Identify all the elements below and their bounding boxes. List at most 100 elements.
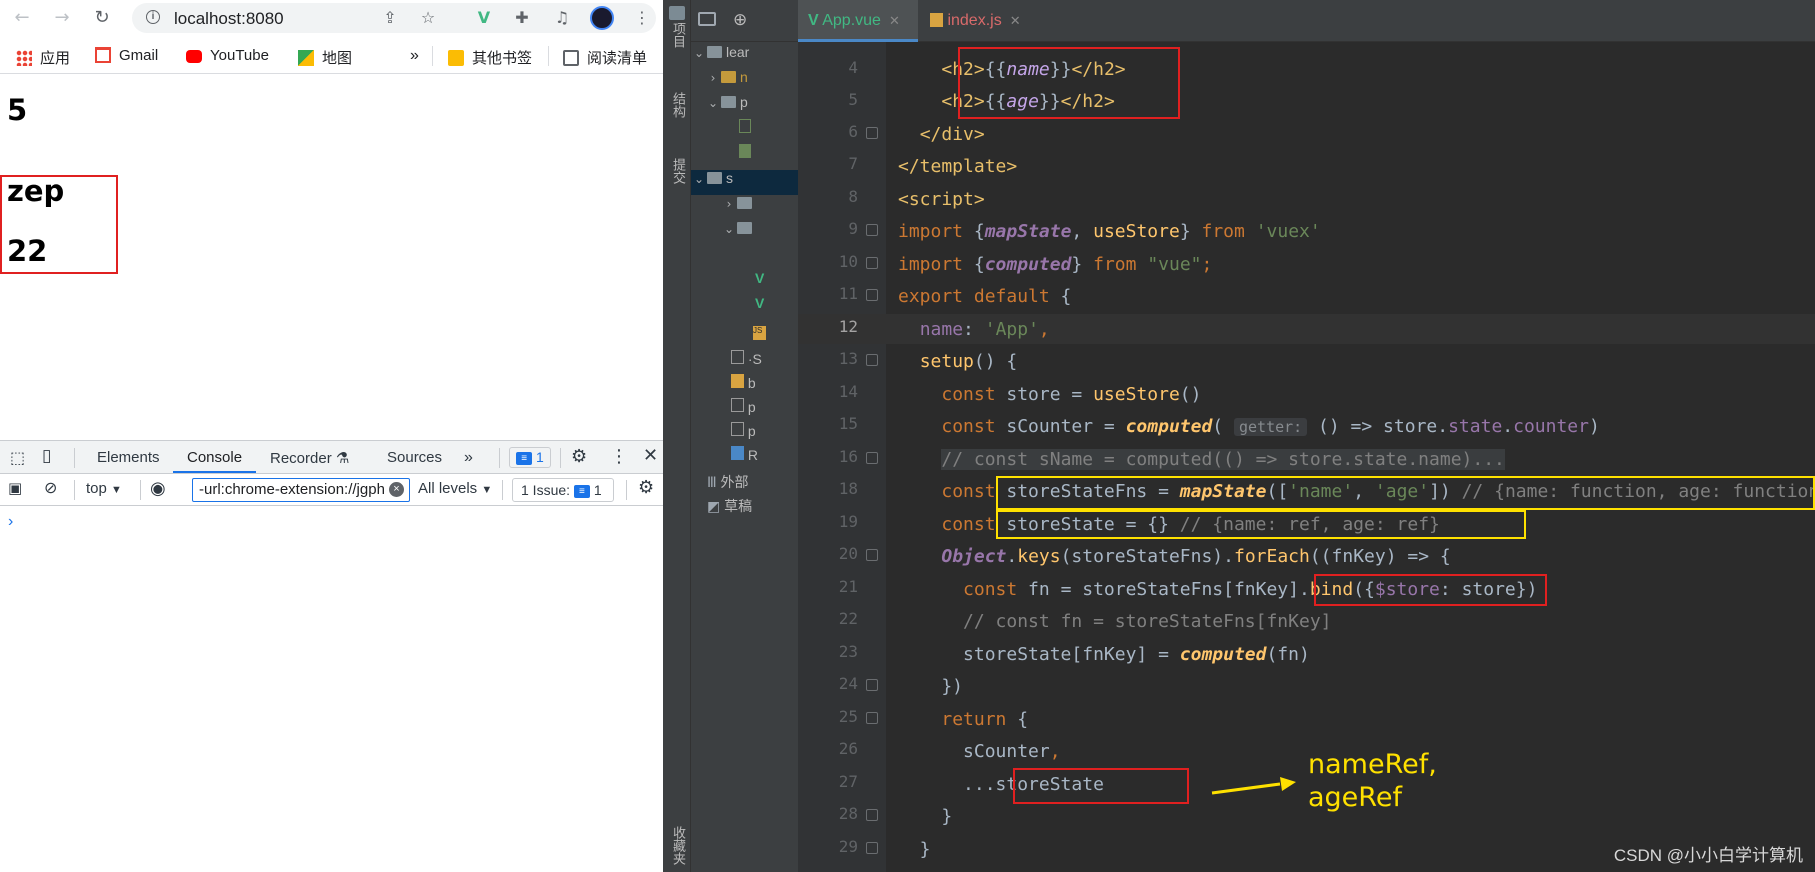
locate-icon[interactable]: ⊕ xyxy=(733,10,747,30)
fold-start-icon[interactable] xyxy=(866,224,878,236)
fold-start-icon[interactable] xyxy=(866,257,878,269)
tree-item[interactable]: ⌄ p xyxy=(691,94,798,119)
browser-toolbar: ← → ↻ i localhost:8080 ⇪ ☆ V ✚ ♫ ⋮ xyxy=(0,0,663,36)
fold-start-icon[interactable] xyxy=(866,354,878,366)
tab-index-js[interactable]: index.js ✕ xyxy=(920,0,1038,42)
tool-favorites[interactable]: 收藏夹 xyxy=(669,826,688,865)
kebab-menu-icon[interactable]: ⋮ xyxy=(610,446,628,467)
fold-end-icon[interactable] xyxy=(866,809,878,821)
tab-app-vue[interactable]: V App.vue ✕ xyxy=(798,0,918,42)
code-line[interactable]: return { xyxy=(898,705,1815,735)
bookmark-youtube[interactable]: YouTube xyxy=(186,47,269,64)
reload-icon[interactable]: ↻ xyxy=(90,6,114,30)
bookmark-maps[interactable]: 地图 xyxy=(298,47,352,68)
clear-filter-icon[interactable]: × xyxy=(389,482,404,497)
view-icon[interactable] xyxy=(698,12,716,26)
code-line[interactable]: Object.keys(storeStateFns).forEach((fnKe… xyxy=(898,542,1815,572)
vue-file-icon[interactable]: V xyxy=(691,270,798,295)
tool-commit[interactable]: 提交 xyxy=(669,158,688,184)
tree-item-selected[interactable]: ⌄ s xyxy=(691,170,798,195)
menu-kebab-icon[interactable]: ⋮ xyxy=(632,8,652,28)
clear-console-icon[interactable]: ⊘ xyxy=(44,478,57,498)
tool-project[interactable]: 项目 xyxy=(669,22,688,48)
code-line[interactable]: storeState[fnKey] = computed(fn) xyxy=(898,640,1815,670)
line-number: 7 xyxy=(848,154,858,173)
media-icon[interactable]: ♫ xyxy=(552,8,572,28)
close-tab-icon[interactable]: ✕ xyxy=(889,14,900,29)
extensions-icon[interactable]: ✚ xyxy=(512,8,532,28)
tree-item-external[interactable]: Ⅲ 外部 xyxy=(691,472,798,497)
code-line[interactable]: setup() { xyxy=(898,347,1815,377)
console-filter-input[interactable]: -url:chrome-extension://jgph xyxy=(192,478,410,502)
bookmark-apps[interactable]: 应用 xyxy=(16,47,70,68)
fold-start-icon[interactable] xyxy=(866,289,878,301)
issues-button[interactable]: 1 Issue: ≡ 1 xyxy=(512,478,614,502)
code-line[interactable]: import {computed} from "vue"; xyxy=(898,250,1815,280)
bookmark-star-icon[interactable]: ☆ xyxy=(418,8,438,28)
tree-item[interactable] xyxy=(691,144,798,169)
code-line[interactable]: const store = useStore() xyxy=(898,380,1815,410)
code-line[interactable]: }) xyxy=(898,672,1815,702)
fold-expand-icon[interactable] xyxy=(866,452,878,464)
code-line[interactable]: <script> xyxy=(898,185,1815,215)
tab-recorder[interactable]: Recorder ⚗ xyxy=(270,449,349,467)
bookmarks-overflow[interactable]: » xyxy=(410,47,419,65)
tree-item[interactable]: › n xyxy=(691,69,798,94)
code-line[interactable]: </div> xyxy=(898,120,1815,150)
fold-end-icon[interactable] xyxy=(866,127,878,139)
code-line-folded[interactable]: // const sName = computed(() => store.st… xyxy=(898,445,1815,475)
tool-structure[interactable]: 结构 xyxy=(669,92,688,118)
tree-item[interactable]: b xyxy=(691,374,798,399)
eye-icon[interactable]: ◉ xyxy=(150,478,166,499)
tree-item[interactable]: p xyxy=(691,422,798,447)
bookmark-reading-list[interactable]: 阅读清单 xyxy=(563,47,647,68)
tree-item[interactable]: ·S xyxy=(691,350,798,375)
code-line[interactable]: // const fn = storeStateFns[fnKey] xyxy=(898,607,1815,637)
tree-item[interactable]: p xyxy=(691,398,798,423)
fold-start-icon[interactable] xyxy=(866,549,878,561)
divider xyxy=(548,46,549,66)
inspect-icon[interactable]: ⬚ xyxy=(10,448,25,468)
tree-item[interactable]: ⌄ xyxy=(691,220,798,245)
code-line[interactable]: </template> xyxy=(898,152,1815,182)
tree-item-scratch[interactable]: ◩ 草稿 xyxy=(691,496,798,521)
tree-item[interactable]: › xyxy=(691,195,798,220)
tree-item[interactable]: JS xyxy=(691,320,798,345)
context-selector[interactable]: top ▼ xyxy=(86,480,122,497)
info-icon[interactable]: i xyxy=(146,10,160,24)
issues-counter[interactable]: ≡ 1 xyxy=(509,447,551,468)
device-toggle-icon[interactable]: ▯ xyxy=(42,446,51,466)
more-tabs-icon[interactable]: » xyxy=(464,449,473,467)
vue-devtools-icon[interactable]: V xyxy=(474,8,494,28)
tree-item[interactable] xyxy=(691,119,798,144)
close-tab-icon[interactable]: ✕ xyxy=(1010,14,1021,29)
code-line[interactable]: import {mapState, useStore} from 'vuex' xyxy=(898,217,1815,247)
code-line[interactable]: const sCounter = computed( getter: () =>… xyxy=(898,412,1815,442)
tree-item-root[interactable]: ⌄ lear xyxy=(691,44,798,69)
bookmark-other[interactable]: 其他书签 xyxy=(448,47,532,68)
tree-item[interactable]: R xyxy=(691,446,798,471)
fold-start-icon[interactable] xyxy=(866,712,878,724)
console-settings-icon[interactable]: ⚙ xyxy=(638,477,654,498)
forward-arrow-icon[interactable]: → xyxy=(50,6,74,30)
console-prompt[interactable]: › xyxy=(8,513,13,531)
line-number: 6 xyxy=(848,122,858,141)
bookmark-gmail[interactable]: Gmail xyxy=(95,47,158,64)
share-icon[interactable]: ⇪ xyxy=(380,8,400,28)
back-arrow-icon[interactable]: ← xyxy=(10,6,34,30)
code-line[interactable]: name: 'App', xyxy=(898,315,1815,345)
profile-avatar[interactable] xyxy=(590,6,614,30)
sidebar-toggle-icon[interactable]: ▣ xyxy=(8,479,22,497)
tab-console[interactable]: Console xyxy=(187,449,242,466)
settings-gear-icon[interactable]: ⚙ xyxy=(571,446,587,467)
close-icon[interactable]: ✕ xyxy=(643,445,658,466)
vue-file-icon[interactable]: V xyxy=(691,295,798,320)
address-bar[interactable]: i localhost:8080 ⇪ ☆ xyxy=(132,3,656,33)
chevron-down-icon: ⌄ xyxy=(723,222,735,236)
tab-sources[interactable]: Sources xyxy=(387,449,442,466)
tab-elements[interactable]: Elements xyxy=(97,449,160,466)
code-line[interactable]: export default { xyxy=(898,282,1815,312)
fold-end-icon[interactable] xyxy=(866,679,878,691)
fold-end-icon[interactable] xyxy=(866,842,878,854)
log-levels-dropdown[interactable]: All levels ▼ xyxy=(418,480,492,497)
